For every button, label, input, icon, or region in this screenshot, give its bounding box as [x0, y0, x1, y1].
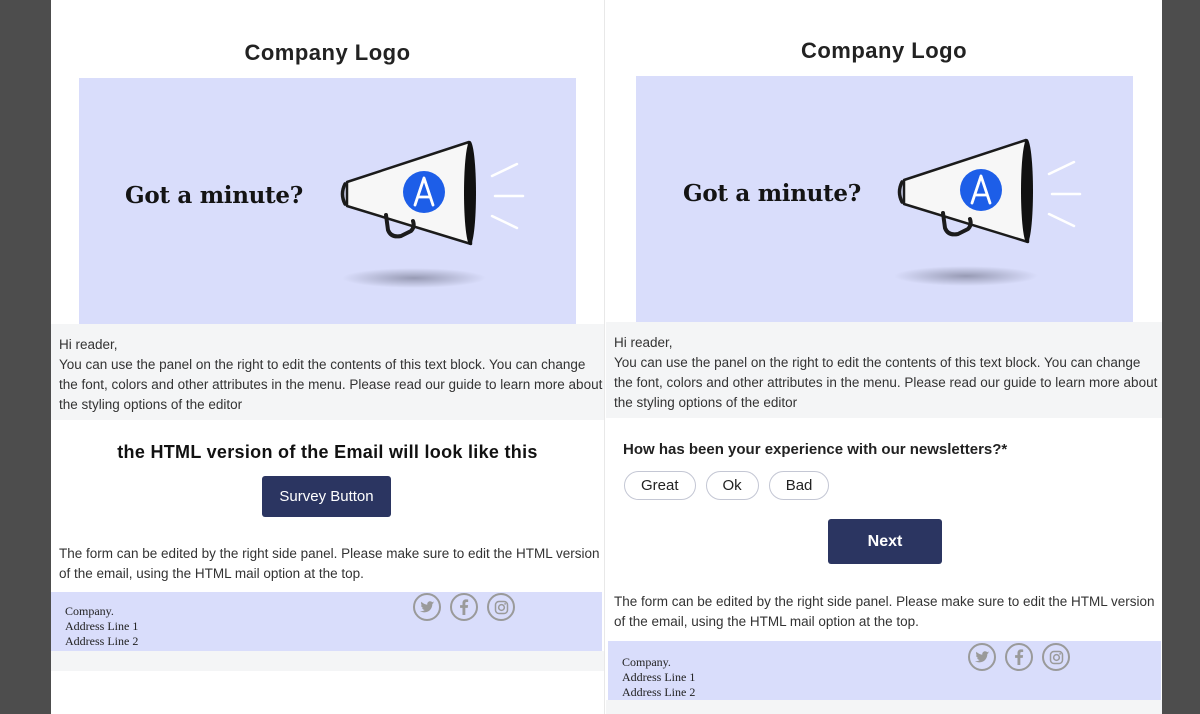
twitter-icon[interactable]: [413, 593, 441, 621]
footer-company: Company.: [622, 655, 671, 669]
survey-banner-image: Got a minute?: [79, 78, 576, 324]
survey-button[interactable]: Survey Button: [262, 476, 391, 517]
survey-question: How has been your experience with our ne…: [623, 441, 1008, 458]
option-ok[interactable]: Ok: [705, 471, 759, 500]
greeting-text: Hi reader,: [614, 335, 673, 350]
form-note: The form can be edited by the right side…: [614, 592, 1162, 632]
social-links: [413, 593, 515, 621]
form-note: The form can be edited by the right side…: [59, 544, 604, 584]
footer-address-line-1: Address Line 1: [65, 619, 139, 633]
option-great[interactable]: Great: [624, 471, 696, 500]
footer-address-line-2: Address Line 2: [65, 634, 139, 648]
body-line-1: You can use the panel on the right to ed…: [614, 355, 1141, 370]
company-logo: Company Logo: [244, 40, 411, 65]
form-note-line-1: The form can be edited by the right side…: [614, 594, 1155, 609]
footer-spacer: [606, 700, 1162, 714]
email-footer: Company. Address Line 1 Address Line 2: [51, 592, 602, 651]
preview-divider: [604, 0, 605, 714]
body-line-2: the font, colors and other attributes in…: [59, 377, 603, 392]
facebook-icon[interactable]: [450, 593, 478, 621]
instagram-icon[interactable]: [1042, 643, 1070, 671]
instagram-icon[interactable]: [487, 593, 515, 621]
email-preview-canvas: Company Logo Got a minute? Hi reader, Yo…: [51, 0, 1162, 714]
greeting-text: Hi reader,: [59, 337, 118, 352]
body-line-1: You can use the panel on the right to ed…: [59, 357, 586, 372]
body-line-3: the styling options of the editor: [614, 395, 798, 410]
body-line-3: the styling options of the editor: [59, 397, 243, 412]
social-links: [968, 643, 1070, 671]
survey-banner-image: Got a minute?: [636, 76, 1133, 322]
body-line-2: the font, colors and other attributes in…: [614, 375, 1158, 390]
next-button[interactable]: Next: [828, 519, 942, 564]
megaphone-icon: [340, 140, 525, 288]
twitter-icon[interactable]: [968, 643, 996, 671]
survey-options: Great Ok Bad: [624, 471, 830, 500]
footer-address: Company. Address Line 1 Address Line 2: [65, 604, 138, 649]
form-note-line-2: of the email, using the HTML mail option…: [614, 614, 919, 629]
footer-address: Company. Address Line 1 Address Line 2: [622, 655, 695, 700]
footer-spacer: [51, 651, 604, 671]
facebook-icon[interactable]: [1005, 643, 1033, 671]
footer-address-line-2: Address Line 2: [622, 685, 696, 699]
amp-email-preview: Company Logo Got a minute? Hi reader, Yo…: [606, 0, 1162, 714]
html-email-preview: Company Logo Got a minute? Hi reader, Yo…: [51, 0, 604, 714]
footer-address-line-1: Address Line 1: [622, 670, 696, 684]
form-note-line-1: The form can be edited by the right side…: [59, 546, 600, 561]
html-version-heading: the HTML version of the Email will look …: [117, 442, 538, 462]
megaphone-icon: [894, 138, 1082, 286]
footer-company: Company.: [65, 604, 114, 618]
company-logo: Company Logo: [800, 38, 968, 63]
intro-text-block: Hi reader, You can use the panel on the …: [606, 322, 1162, 418]
option-bad[interactable]: Bad: [768, 471, 830, 500]
email-footer: Company. Address Line 1 Address Line 2: [608, 641, 1161, 700]
intro-text-block: Hi reader, You can use the panel on the …: [51, 324, 604, 420]
form-note-line-2: of the email, using the HTML mail option…: [59, 566, 364, 581]
